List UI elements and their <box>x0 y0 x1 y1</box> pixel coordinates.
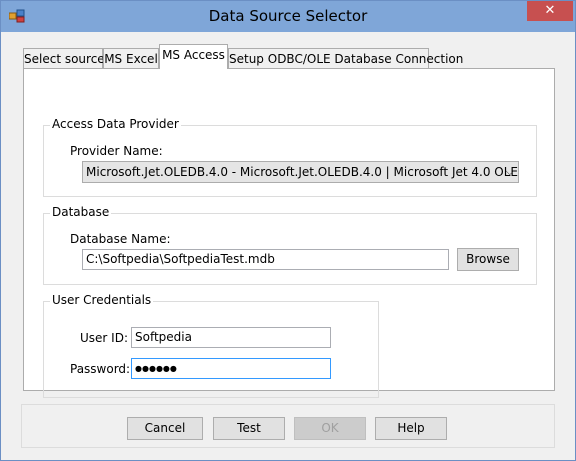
group-title: Database <box>50 205 112 219</box>
tab-setup-odbc-ole[interactable]: Setup ODBC/OLE Database Connection <box>228 48 463 68</box>
provider-value: Microsoft.Jet.OLEDB.4.0 - Microsoft.Jet.… <box>86 165 519 179</box>
help-label: Help <box>397 421 425 435</box>
tab-label: MS Excel <box>104 52 158 66</box>
tab-label: MS Access <box>162 48 225 62</box>
dialog-client: Select source: MS Excel MS Access Setup … <box>9 32 569 454</box>
user-id-input[interactable]: Softpedia <box>131 327 331 348</box>
close-button[interactable]: ✕ <box>527 1 573 21</box>
group-title: Access Data Provider <box>50 117 181 131</box>
ok-label: OK <box>321 421 339 435</box>
test-button[interactable]: Test <box>213 417 285 440</box>
group-title: User Credentials <box>50 293 154 307</box>
test-label: Test <box>237 421 261 435</box>
ok-button[interactable]: OK <box>294 417 366 440</box>
password-input[interactable]: ●●●●●● <box>131 358 331 379</box>
database-name-label: Database Name: <box>70 232 171 246</box>
tab-ms-excel[interactable]: MS Excel <box>103 48 159 68</box>
tab-label: Setup ODBC/OLE Database Connection <box>229 52 464 66</box>
user-credentials-group: User Credentials User ID: Softpedia Pass… <box>43 293 379 398</box>
tab-label: Select source: <box>24 52 109 66</box>
window-title: Data Source Selector <box>208 7 368 25</box>
close-icon: ✕ <box>544 3 556 18</box>
password-label: Password: <box>70 362 131 376</box>
browse-button[interactable]: Browse <box>457 248 519 271</box>
dialog-window: Data Source Selector ✕ Select source: MS… <box>0 0 576 461</box>
title-bar[interactable]: Data Source Selector ✕ <box>1 1 575 32</box>
provider-select[interactable]: Microsoft.Jet.OLEDB.4.0 - Microsoft.Jet.… <box>82 161 519 183</box>
database-group: Database Database Name: C:\Softpedia\Sof… <box>43 205 537 285</box>
provider-name-label: Provider Name: <box>70 144 163 158</box>
tab-select-source[interactable]: Select source: <box>23 48 109 68</box>
database-name-input[interactable]: C:\Softpedia\SoftpediaTest.mdb <box>82 249 449 270</box>
chevron-down-icon: ⌵ <box>505 165 514 178</box>
browse-label: Browse <box>466 252 510 266</box>
help-button[interactable]: Help <box>375 417 447 440</box>
password-value: ●●●●●● <box>135 364 177 373</box>
user-id-label: User ID: <box>80 331 128 345</box>
access-provider-group: Access Data Provider Provider Name: Micr… <box>43 117 537 197</box>
database-name-value: C:\Softpedia\SoftpediaTest.mdb <box>86 252 275 266</box>
user-id-value: Softpedia <box>135 330 192 344</box>
ms-access-panel: Access Data Provider Provider Name: Micr… <box>23 68 555 398</box>
button-panel: Cancel Test OK Help <box>21 404 555 448</box>
tab-ms-access[interactable]: MS Access <box>159 44 228 69</box>
cancel-button[interactable]: Cancel <box>127 417 203 440</box>
cancel-label: Cancel <box>144 421 186 435</box>
